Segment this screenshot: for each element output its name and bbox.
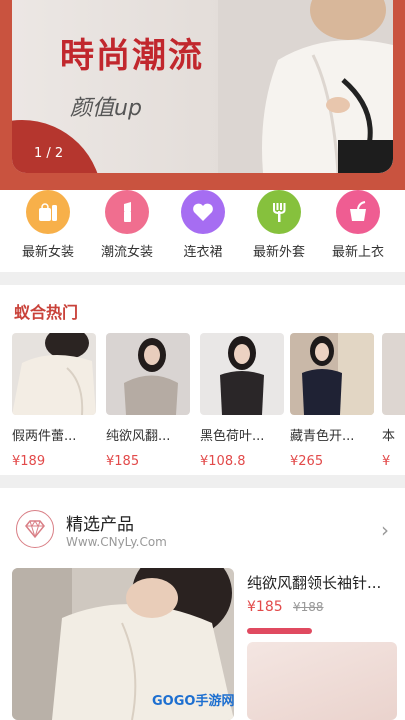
product-card[interactable]: 纯欲风翻... ¥185 [106,333,190,469]
banner-page-indicator: 1 / 2 [34,146,64,161]
hot-section: 蚁合热门 假两件蕾... ¥189 纯欲风翻... ¥185 黑色荷叶... ¥… [0,285,405,475]
drink-icon [336,190,380,234]
product-card[interactable] [247,642,397,720]
product-image [290,333,374,415]
product-name: 藏青色开... [290,429,355,444]
product-name: 黑色荷叶... [200,429,265,444]
section-title: 精选产品 [66,515,134,535]
bag-icon [26,190,70,234]
category-item[interactable]: 最新女装 [13,190,83,260]
product-image [106,333,190,415]
banner-slide[interactable]: 時尚潮流 颜值up 1 / 2 [12,0,393,173]
category-item[interactable]: 最新上衣 [323,190,393,260]
featured-product-price: ¥185 [247,599,283,615]
featured-section: 精选产品 Www.CNyLy.Com › 纯欲风翻领长袖针... ¥185 ¥1… [0,488,405,720]
product-image [12,333,96,415]
banner-title: 時尚潮流 [60,36,204,76]
accent-bar [247,628,312,634]
category-label: 最新上衣 [331,245,384,260]
watermark: GOGO手游网 [152,694,235,709]
product-image [382,333,405,415]
product-name: 纯欲风翻... [106,429,171,444]
category-label: 最新外套 [252,245,305,260]
product-price: ¥185 [106,454,140,469]
product-name: 假两件蕾... [12,429,77,444]
fork-icon [257,190,301,234]
product-card[interactable]: 假两件蕾... ¥189 [12,333,96,469]
category-label: 连衣裙 [183,245,223,260]
category-row: 最新女装 潮流女装 连衣裙 最新外套 最新上衣 [0,190,405,272]
chevron-right-icon[interactable]: › [381,518,389,542]
category-label: 最新女装 [21,245,74,260]
diamond-icon [16,510,54,548]
product-image [200,333,284,415]
section-title: 蚁合热门 [14,303,79,322]
lipstick-icon [105,190,149,234]
banner-subtitle: 颜值up [70,96,142,121]
category-label: 潮流女装 [100,245,153,260]
product-card[interactable]: 本 ¥ [382,333,405,469]
product-name: 本 [382,429,396,444]
banner-model-image [218,0,393,173]
product-price: ¥ [382,454,391,469]
category-item[interactable]: 连衣裙 [168,190,238,260]
product-price: ¥265 [290,454,324,469]
featured-product-name[interactable]: 纯欲风翻领长袖针... [247,572,397,593]
category-item[interactable]: 潮流女装 [92,190,162,260]
banner-carousel[interactable]: 時尚潮流 颜值up 1 / 2 [0,0,405,190]
section-subtitle: Www.CNyLy.Com [66,535,167,549]
product-card[interactable]: 藏青色开... ¥265 [290,333,374,469]
category-item[interactable]: 最新外套 [244,190,314,260]
product-card[interactable]: 黑色荷叶... ¥108.8 [200,333,284,469]
product-price: ¥108.8 [200,454,246,469]
heart-icon [181,190,225,234]
product-price: ¥189 [12,454,46,469]
featured-product-old-price: ¥188 [293,600,324,614]
